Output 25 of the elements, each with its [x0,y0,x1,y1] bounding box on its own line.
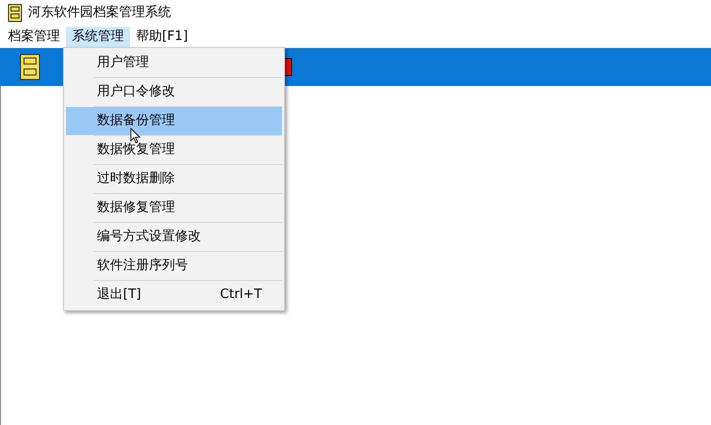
option-label: 过时数据删除 [97,170,175,188]
menu-option[interactable]: 数据恢复管理 [66,136,282,164]
option-label: 数据修复管理 [97,199,175,218]
menu-option[interactable]: 用户管理 [66,49,282,77]
option-label: 编号方式设置修改 [97,228,201,246]
shortcut-label: Ctrl+T [220,286,262,304]
window-title: 河东软件园档案管理系统 [28,4,171,22]
menu-item[interactable]: 档案管理 [2,27,66,47]
option-label: 退出[T] [97,286,142,304]
menu-item[interactable]: 系统管理 [66,27,130,47]
cursor-icon [130,128,141,144]
cabinet-icon[interactable] [20,54,40,80]
option-label: 数据备份管理 [97,112,175,130]
menu-option[interactable]: 编号方式设置修改 [66,223,282,251]
option-label: 用户口令修改 [97,83,175,102]
menu-option[interactable]: 退出[T] Ctrl+T [66,281,282,309]
menu-option[interactable]: 用户口令修改 [66,78,282,106]
option-label: 数据恢复管理 [97,141,175,160]
menu-option[interactable]: 软件注册序列号 [66,252,282,280]
cabinet-icon [8,4,22,22]
menu-item[interactable]: 帮助[F1] [130,27,194,47]
menu-option[interactable]: 过时数据删除 [66,165,282,193]
option-label: 用户管理 [97,54,149,72]
menu-option[interactable]: 数据修复管理 [66,194,282,222]
option-label: 软件注册序列号 [97,257,188,276]
